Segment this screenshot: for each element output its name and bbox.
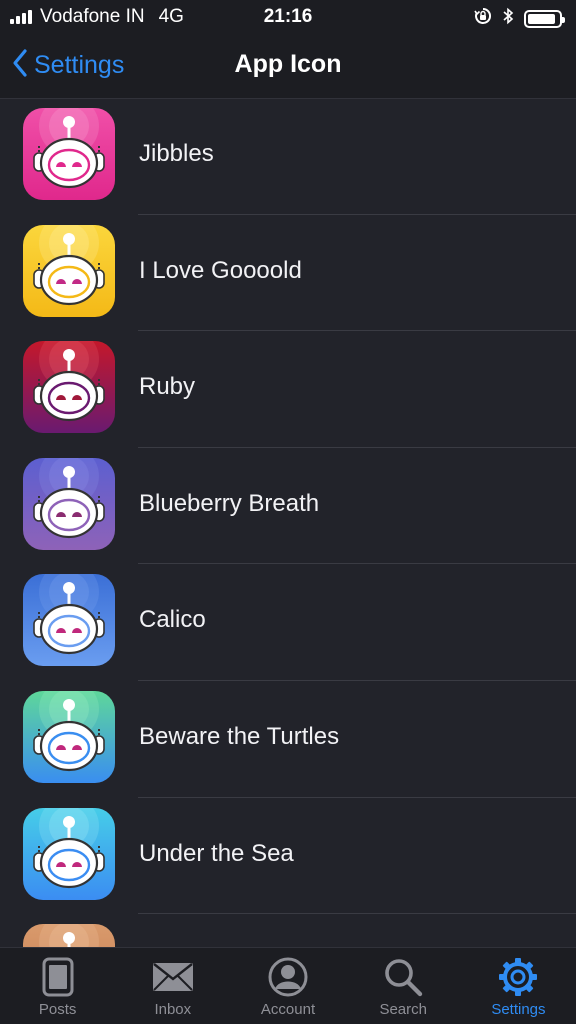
orientation-lock-icon [474, 7, 492, 31]
list-item-label: Blueberry Breath [139, 489, 320, 517]
list-item-label: Beware the Turtles [139, 722, 340, 750]
app-icon-preview [23, 224, 115, 317]
list-item-label: Ruby [139, 373, 196, 401]
tab-search[interactable]: Search [346, 948, 461, 1024]
search-icon [383, 956, 423, 998]
status-bar: Vodafone IN 4G 21:16 [0, 0, 576, 34]
gear-icon [498, 956, 538, 998]
app-icon-preview [23, 108, 115, 200]
page-title: App Icon [234, 50, 342, 78]
tab-settings[interactable]: Settings [461, 948, 576, 1024]
tab-label: Account [260, 1001, 316, 1018]
list-item-label: I Love Goooold [139, 256, 302, 284]
tab-account[interactable]: Account [230, 948, 345, 1024]
list-item[interactable]: Blueberry Breath [0, 448, 576, 565]
tab-posts[interactable]: Posts [0, 948, 115, 1024]
tab-label: Settings [491, 1001, 546, 1018]
battery-level [528, 14, 555, 24]
app-icon-preview [23, 690, 115, 783]
list-item[interactable]: Calico [0, 564, 576, 681]
list-item[interactable] [0, 914, 576, 948]
list-item[interactable]: Jibbles [0, 98, 576, 215]
list-item-label: Under the Sea [139, 839, 294, 867]
list-item-label: Calico [139, 606, 206, 634]
navigation-bar: Settings App Icon [0, 34, 576, 99]
battery-icon [524, 10, 565, 28]
posts-icon [42, 956, 74, 998]
bluetooth-icon [502, 7, 514, 31]
list-item[interactable]: Under the Sea [0, 798, 576, 915]
app-icon-preview [23, 574, 115, 667]
app-icon-preview [23, 924, 115, 948]
list-item[interactable]: Ruby [0, 331, 576, 448]
tab-label: Posts [38, 1001, 77, 1018]
list-item-label: Jibbles [139, 140, 214, 167]
account-icon [268, 956, 308, 998]
inbox-icon [152, 956, 194, 998]
list-item[interactable]: I Love Goooold [0, 215, 576, 332]
app-icon-preview [23, 457, 115, 550]
tab-inbox[interactable]: Inbox [115, 948, 230, 1024]
tab-bar: Posts Inbox Account Search Settings [0, 947, 576, 1024]
app-icon-preview [23, 341, 115, 434]
list-item[interactable]: Beware the Turtles [0, 681, 576, 798]
tab-label: Search [379, 1001, 427, 1018]
app-icon-preview [23, 807, 115, 900]
tab-label: Inbox [154, 1001, 192, 1018]
app-icon-list: Jibbles I Love Goooold Ruby Blueberry Br… [0, 98, 576, 948]
